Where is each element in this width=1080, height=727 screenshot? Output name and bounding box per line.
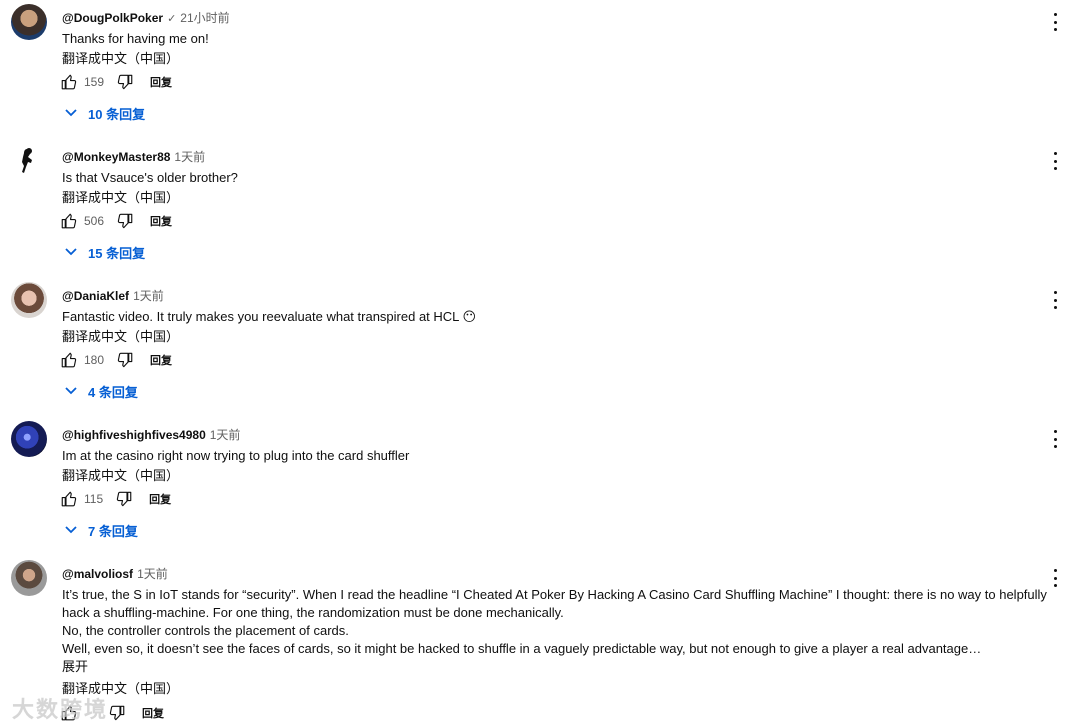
view-replies-button[interactable]: 15 条回复	[64, 243, 145, 262]
replies-count-label: 7 条回复	[88, 524, 138, 539]
comment-actions: 180 回复	[60, 350, 172, 370]
comment-time[interactable]: 1天前	[174, 150, 205, 164]
chevron-down-icon	[64, 106, 78, 121]
verified-icon: ✓	[167, 13, 177, 25]
chevron-down-icon	[64, 245, 78, 260]
thumbs-down-icon[interactable]	[116, 212, 134, 230]
comment-header: @DougPolkPoker ✓ 21小时前	[62, 9, 230, 26]
comment-text-line: Thanks for having me on!	[62, 31, 209, 46]
more-vert-icon[interactable]	[1049, 291, 1061, 309]
reply-button[interactable]: 回复	[150, 213, 172, 229]
comment-text: Fantastic video. It truly makes you reev…	[62, 308, 476, 326]
like-count: 180	[84, 353, 105, 367]
chevron-down-icon	[64, 384, 78, 399]
translate-link[interactable]: 翻译成中文（中国）	[62, 465, 179, 484]
comment-author[interactable]: @MonkeyMaster88	[62, 150, 170, 164]
thumbs-down-icon[interactable]	[108, 704, 126, 722]
comment-text-line: Im at the casino right now trying to plu…	[62, 448, 410, 463]
more-vert-icon[interactable]	[1049, 152, 1061, 170]
view-replies-button[interactable]: 4 条回复	[64, 382, 138, 401]
comment-text: Thanks for having me on!	[62, 30, 209, 48]
translate-link[interactable]: 翻译成中文（中国）	[62, 326, 179, 345]
comment-author[interactable]: @DougPolkPoker	[62, 11, 163, 25]
watermark: 大数跨境	[12, 697, 109, 722]
comment-text: It’s true, the S in IoT stands for “secu…	[62, 586, 1047, 658]
thumbs-up-icon[interactable]	[60, 212, 78, 230]
translate-link[interactable]: 翻译成中文（中国）	[62, 187, 179, 206]
comment-text-line: No, the controller controls the placemen…	[62, 623, 349, 638]
thumbs-up-icon[interactable]	[60, 73, 78, 91]
comment-time[interactable]: 1天前	[210, 428, 241, 442]
comment-time[interactable]: 1天前	[137, 567, 168, 581]
avatar[interactable]	[11, 560, 47, 596]
translate-link[interactable]: 翻译成中文（中国）	[62, 48, 179, 67]
comment-actions: 115 回复	[60, 489, 171, 509]
avatar[interactable]	[11, 421, 47, 457]
comment-author[interactable]: @malvoliosf	[62, 567, 133, 581]
reply-button[interactable]: 回复	[142, 705, 164, 721]
view-replies-button[interactable]: 10 条回复	[64, 104, 145, 123]
reply-button[interactable]: 回复	[150, 74, 172, 90]
comment-time[interactable]: 1天前	[133, 289, 164, 303]
thumbs-down-icon[interactable]	[115, 490, 133, 508]
thumbs-up-icon[interactable]	[60, 351, 78, 369]
avatar[interactable]	[11, 143, 47, 179]
more-vert-icon[interactable]	[1049, 569, 1061, 587]
replies-count-label: 4 条回复	[88, 385, 138, 400]
comment-text-line: hack a shuffling-machine. For one thing,…	[62, 605, 564, 620]
comment-text-line: Well, even so, it doesn’t see the faces …	[62, 641, 982, 656]
comment-text: Is that Vsauce's older brother?	[62, 169, 238, 187]
comment-text-line: It’s true, the S in IoT stands for “secu…	[62, 587, 1047, 602]
more-vert-icon[interactable]	[1049, 13, 1061, 31]
comment-header: @highfiveshighfives4980 1天前	[62, 426, 240, 443]
replies-count-label: 10 条回复	[88, 107, 146, 122]
chevron-down-icon	[64, 523, 78, 538]
reply-button[interactable]: 回复	[150, 352, 172, 368]
thumbs-down-icon[interactable]	[116, 351, 134, 369]
avatar[interactable]	[11, 282, 47, 318]
avatar[interactable]	[11, 4, 47, 40]
expand-button[interactable]: 展开	[62, 656, 88, 675]
view-replies-button[interactable]: 7 条回复	[64, 521, 138, 540]
like-count: 159	[84, 75, 105, 89]
comment-time[interactable]: 21小时前	[180, 11, 229, 25]
comment-author[interactable]: @highfiveshighfives4980	[62, 428, 206, 442]
comment-header: @MonkeyMaster88 1天前	[62, 148, 205, 165]
comment-header: @DaniaKlef 1天前	[62, 287, 164, 304]
reply-button[interactable]: 回复	[149, 491, 171, 507]
comment-text: Im at the casino right now trying to plu…	[62, 447, 409, 465]
comment-header: @malvoliosf 1天前	[62, 565, 168, 582]
comment-actions: 159 回复	[60, 72, 172, 92]
comment-text-line: Fantastic video. It truly makes you reev…	[62, 309, 477, 324]
thumbs-down-icon[interactable]	[116, 73, 134, 91]
like-count: 115	[84, 492, 104, 506]
comment-author[interactable]: @DaniaKlef	[62, 289, 129, 303]
comment-text-line: Is that Vsauce's older brother?	[62, 170, 238, 185]
thumbs-up-icon[interactable]	[60, 490, 78, 508]
replies-count-label: 15 条回复	[88, 246, 146, 261]
comment-actions: 506 回复	[60, 211, 172, 231]
like-count: 506	[84, 214, 105, 228]
more-vert-icon[interactable]	[1049, 430, 1061, 448]
